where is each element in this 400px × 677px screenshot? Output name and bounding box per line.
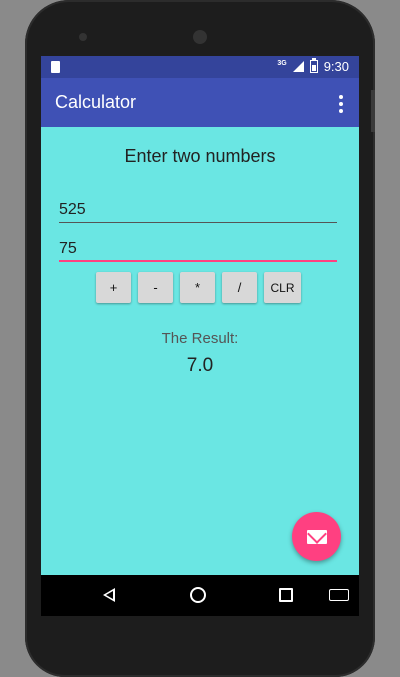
app-title: Calculator xyxy=(55,92,137,112)
clock: 9:30 xyxy=(323,59,349,74)
app-bar: Calculator xyxy=(41,78,359,127)
email-fab-button[interactable] xyxy=(292,512,341,561)
overflow-menu-icon[interactable] xyxy=(339,95,343,113)
first-number-underline xyxy=(59,222,337,223)
status-icons: 3G 9:30 xyxy=(277,58,349,74)
sensor-dot xyxy=(79,33,87,41)
battery-icon xyxy=(309,58,318,73)
sd-card-icon xyxy=(51,61,60,73)
recent-apps-icon[interactable] xyxy=(279,588,293,602)
back-icon[interactable] xyxy=(103,588,115,602)
instruction-heading: Enter two numbers xyxy=(124,146,276,166)
add-button[interactable]: + xyxy=(96,272,131,303)
first-number-field xyxy=(59,199,337,223)
phone-screen: 3G 9:30 Calculator Enter two numbers + -… xyxy=(41,56,359,616)
email-icon xyxy=(306,529,327,544)
signal-icon xyxy=(292,61,304,72)
subtract-button[interactable]: - xyxy=(138,272,173,303)
network-type: 3G xyxy=(277,60,287,67)
keyboard-icon[interactable] xyxy=(329,589,349,601)
result-value: 7.0 xyxy=(186,355,214,376)
first-number-input[interactable] xyxy=(59,199,337,221)
status-bar: 3G 9:30 xyxy=(41,56,359,78)
result-label: The Result: xyxy=(161,330,239,347)
second-number-input[interactable] xyxy=(59,238,337,260)
home-icon[interactable] xyxy=(190,587,206,603)
divide-button[interactable]: / xyxy=(222,272,257,303)
power-button xyxy=(371,90,375,132)
operation-buttons: + - * / CLR xyxy=(96,272,301,303)
second-number-field xyxy=(59,238,337,262)
clear-button[interactable]: CLR xyxy=(264,272,301,303)
multiply-button[interactable]: * xyxy=(180,272,215,303)
earpiece-speaker xyxy=(193,30,207,44)
second-number-underline-focused xyxy=(59,260,337,262)
navigation-bar xyxy=(41,575,359,616)
